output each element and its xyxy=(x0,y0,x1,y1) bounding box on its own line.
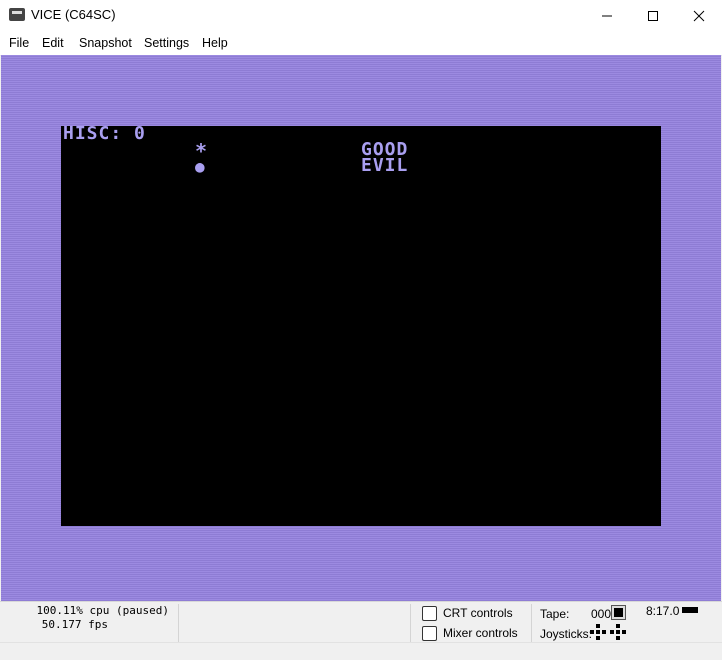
menu-settings[interactable]: Settings xyxy=(144,36,189,50)
divider xyxy=(531,604,532,644)
fps-text: 50.177 fps xyxy=(41,618,108,631)
maximize-button[interactable] xyxy=(630,0,676,31)
speed-indicator: 100.11% cpu (paused) 50.177 fps xyxy=(0,604,179,644)
mixer-controls-label[interactable]: Mixer controls xyxy=(443,626,518,640)
close-button[interactable] xyxy=(676,0,722,31)
mixer-controls-checkbox[interactable] xyxy=(422,626,437,641)
minimize-icon xyxy=(602,15,612,17)
menu-edit[interactable]: Edit xyxy=(42,36,64,50)
menu-snapshot[interactable]: Snapshot xyxy=(79,36,132,50)
hiscore-text: HISC: 0 xyxy=(63,123,146,144)
tape-stop-icon[interactable] xyxy=(611,605,626,620)
status-strip xyxy=(0,642,722,660)
maximize-icon xyxy=(648,11,658,21)
evil-label: EVIL xyxy=(361,155,409,176)
drive-clock: 8:17.0 xyxy=(646,604,680,618)
divider xyxy=(410,604,411,644)
joystick-2-icon[interactable] xyxy=(610,624,626,640)
menu-bar: File Edit Snapshot Settings Help xyxy=(0,31,722,56)
joysticks-label: Joysticks: xyxy=(540,627,593,641)
emulator-screen[interactable]: HISC: 0 * ● GOOD EVIL xyxy=(1,55,721,601)
close-icon xyxy=(693,10,705,22)
drive-led-icon xyxy=(682,607,698,613)
window-title: VICE (C64SC) xyxy=(31,7,116,22)
crt-controls-label[interactable]: CRT controls xyxy=(443,606,513,620)
dot-symbol: ● xyxy=(195,157,206,176)
cpu-text: 100.11% cpu (paused) xyxy=(36,604,169,617)
joystick-1-icon[interactable] xyxy=(590,624,606,640)
tape-label: Tape: xyxy=(540,607,570,621)
vice-icon[interactable] xyxy=(9,8,25,21)
title-bar: VICE (C64SC) xyxy=(0,0,722,31)
crt-controls-checkbox[interactable] xyxy=(422,606,437,621)
menu-file[interactable]: File xyxy=(9,36,29,50)
tape-counter: 000 xyxy=(591,607,612,621)
c64-display: HISC: 0 * ● GOOD EVIL xyxy=(61,123,661,526)
minimize-button[interactable] xyxy=(584,0,630,31)
menu-help[interactable]: Help xyxy=(202,36,228,50)
